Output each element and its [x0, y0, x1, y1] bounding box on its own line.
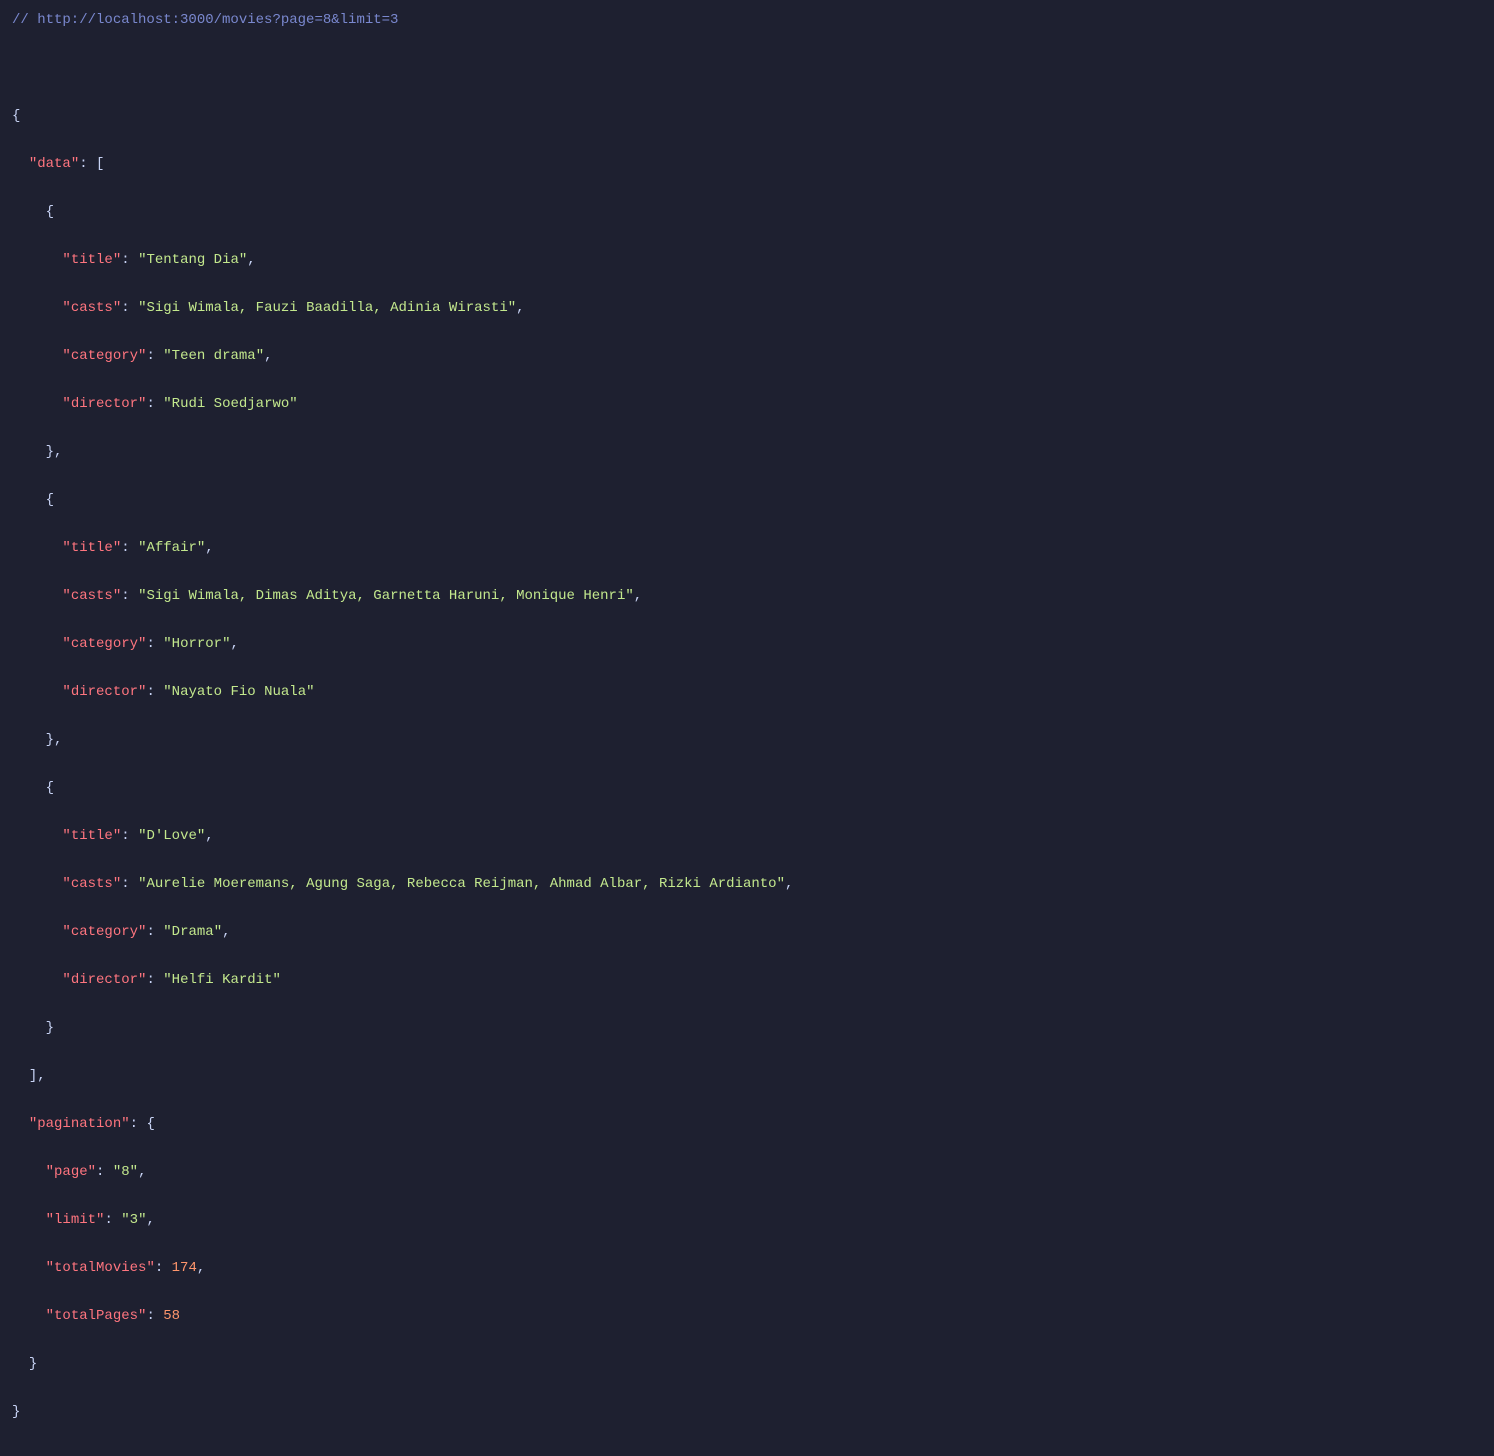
- json-key-title: "title": [62, 252, 121, 268]
- json-value-totalPages: 58: [163, 1308, 180, 1324]
- json-key-title: "title": [62, 540, 121, 556]
- json-value-limit: "3": [121, 1212, 146, 1228]
- json-key-casts: "casts": [62, 300, 121, 316]
- json-value-director-0: "Rudi Soedjarwo": [163, 396, 297, 412]
- code-block: // http://localhost:3000/movies?page=8&l…: [12, 8, 1482, 1448]
- json-key-category: "category": [62, 636, 146, 652]
- json-value-casts-0: "Sigi Wimala, Fauzi Baadilla, Adinia Wir…: [138, 300, 516, 316]
- json-value-title-2: "D'Love": [138, 828, 205, 844]
- json-value-director-2: "Helfi Kardit": [163, 972, 281, 988]
- url-comment: // http://localhost:3000/movies?page=8&l…: [12, 12, 398, 28]
- object-open: {: [46, 492, 54, 508]
- json-value-page: "8": [113, 1164, 138, 1180]
- json-key-page: "page": [46, 1164, 96, 1180]
- json-value-category-0: "Teen drama": [163, 348, 264, 364]
- json-value-category-1: "Horror": [163, 636, 230, 652]
- json-key-category: "category": [62, 348, 146, 364]
- object-close: }: [46, 1020, 54, 1036]
- json-key-totalMovies: "totalMovies": [46, 1260, 155, 1276]
- object-open: {: [46, 204, 54, 220]
- json-value-totalMovies: 174: [172, 1260, 197, 1276]
- json-key-data: "data": [29, 156, 79, 172]
- object-close: },: [46, 444, 63, 460]
- json-value-title-1: "Affair": [138, 540, 205, 556]
- brace-open: {: [12, 108, 20, 124]
- json-value-director-1: "Nayato Fio Nuala": [163, 684, 314, 700]
- json-key-casts: "casts": [62, 588, 121, 604]
- json-value-title-0: "Tentang Dia": [138, 252, 247, 268]
- json-key-director: "director": [62, 972, 146, 988]
- json-key-director: "director": [62, 396, 146, 412]
- json-key-pagination: "pagination": [29, 1116, 130, 1132]
- json-key-limit: "limit": [46, 1212, 105, 1228]
- json-key-title: "title": [62, 828, 121, 844]
- object-close: }: [29, 1356, 37, 1372]
- brace-close: }: [12, 1404, 20, 1420]
- json-value-casts-2: "Aurelie Moeremans, Agung Saga, Rebecca …: [138, 876, 785, 892]
- json-key-totalPages: "totalPages": [46, 1308, 147, 1324]
- json-value-casts-1: "Sigi Wimala, Dimas Aditya, Garnetta Har…: [138, 588, 634, 604]
- object-open: {: [46, 780, 54, 796]
- json-key-category: "category": [62, 924, 146, 940]
- json-key-director: "director": [62, 684, 146, 700]
- object-close: },: [46, 732, 63, 748]
- json-value-category-2: "Drama": [163, 924, 222, 940]
- json-key-casts: "casts": [62, 876, 121, 892]
- array-close: ],: [29, 1068, 46, 1084]
